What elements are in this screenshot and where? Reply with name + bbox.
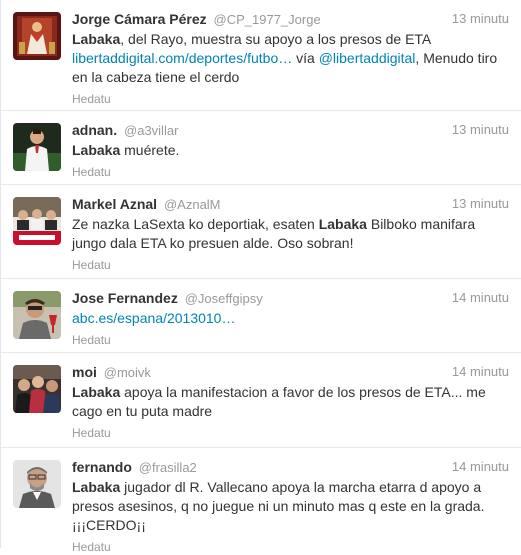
tweet-item[interactable]: Jose Fernandez @Joseffgipsy 14 minutu ab… <box>1 279 521 353</box>
football-player-avatar-icon[interactable] <box>13 123 61 171</box>
tweet-text: Labaka, del Rayo, muestra su apoyo a los… <box>72 30 509 87</box>
tweet-text-part: , del Rayo, muestra su apoyo a los preso… <box>120 31 431 47</box>
tweet-text-part: jugador dl R. Vallecano apoya la marcha … <box>72 479 485 533</box>
tweet-text-part: apoya la manifestacion a favor de los pr… <box>72 384 486 419</box>
tweet-fullname[interactable]: fernando <box>72 459 132 475</box>
tweet-username[interactable]: @frasilla2 <box>139 460 197 475</box>
tweet-text-part: Labaka <box>72 31 121 47</box>
portrait-avatar-icon[interactable] <box>13 460 61 508</box>
tweet-timestamp[interactable]: 14 minutu <box>452 363 509 381</box>
retweet-action[interactable]: Hedatu <box>72 258 111 272</box>
tweet-text-part: Ze nazka LaSexta ko deportiak, esaten <box>72 216 319 232</box>
tweet-fullname[interactable]: Jorge Cámara Pérez <box>72 11 207 27</box>
tweet-timeline: Jorge Cámara Pérez @CP_1977_Jorge 13 min… <box>0 0 521 554</box>
tweet-item[interactable]: adnan. @a3villar 13 minutu Labaka muéret… <box>1 111 521 185</box>
tweet-link[interactable]: libertaddigital.com/deportes/futbo… <box>72 50 292 66</box>
tweet-timestamp[interactable]: 13 minutu <box>452 121 509 139</box>
tweet-item[interactable]: Markel Aznal @AznalM 13 minutu Ze nazka … <box>1 185 521 279</box>
tweet-text: abc.es/espana/2013010… <box>72 309 509 328</box>
tweet-text: Labaka apoya la manifestacion a favor de… <box>72 383 509 421</box>
tweet-text-part: Labaka <box>72 479 121 495</box>
group-photo-avatar-icon[interactable] <box>13 197 61 245</box>
tweet-fullname[interactable]: moi <box>72 364 97 380</box>
tweet-username[interactable]: @Joseffgipsy <box>185 291 263 306</box>
tweet-text: Labaka muérete. <box>72 141 509 160</box>
tweet-fullname[interactable]: Jose Fernandez <box>72 290 178 306</box>
religious-painting-avatar-icon[interactable] <box>13 12 61 60</box>
tweet-item[interactable]: Jorge Cámara Pérez @CP_1977_Jorge 13 min… <box>1 0 521 111</box>
tweet-text-part: vía <box>292 50 319 66</box>
tweet-mention-link[interactable]: @libertaddigital <box>319 50 416 66</box>
tweet-username[interactable]: @AznalM <box>164 197 221 212</box>
retweet-action[interactable]: Hedatu <box>72 92 111 106</box>
tweet-item[interactable]: fernando @frasilla2 14 minutu Labaka jug… <box>1 448 521 554</box>
tweet-timestamp[interactable]: 13 minutu <box>452 10 509 28</box>
tweet-link[interactable]: abc.es/espana/2013010… <box>72 310 235 326</box>
tweet-username[interactable]: @moivk <box>104 365 151 380</box>
retweet-action[interactable]: Hedatu <box>72 426 111 440</box>
tweet-text-part: muérete. <box>120 142 180 158</box>
tweet-timestamp[interactable]: 14 minutu <box>452 458 509 476</box>
tweet-username[interactable]: @a3villar <box>124 123 178 138</box>
tweet-text: Ze nazka LaSexta ko deportiak, esaten La… <box>72 215 509 253</box>
tweet-item[interactable]: moi @moivk 14 minutu Labaka apoya la man… <box>1 353 521 448</box>
tweet-timestamp[interactable]: 14 minutu <box>452 289 509 307</box>
tweet-text-part: Labaka <box>72 142 121 158</box>
retweet-action[interactable]: Hedatu <box>72 165 111 179</box>
tweet-text: Labaka jugador dl R. Vallecano apoya la … <box>72 478 509 535</box>
tweet-fullname[interactable]: Markel Aznal <box>72 196 157 212</box>
tweet-text-part: Labaka <box>318 216 367 232</box>
retweet-action[interactable]: Hedatu <box>72 540 111 554</box>
tweet-username[interactable]: @CP_1977_Jorge <box>214 12 321 27</box>
tweet-timestamp[interactable]: 13 minutu <box>452 195 509 213</box>
retweet-action[interactable]: Hedatu <box>72 333 111 347</box>
tweet-fullname[interactable]: adnan. <box>72 122 117 138</box>
tweet-text-part: Labaka <box>72 384 121 400</box>
person-with-glass-avatar-icon[interactable] <box>13 291 61 339</box>
friends-group-avatar-icon[interactable] <box>13 365 61 413</box>
